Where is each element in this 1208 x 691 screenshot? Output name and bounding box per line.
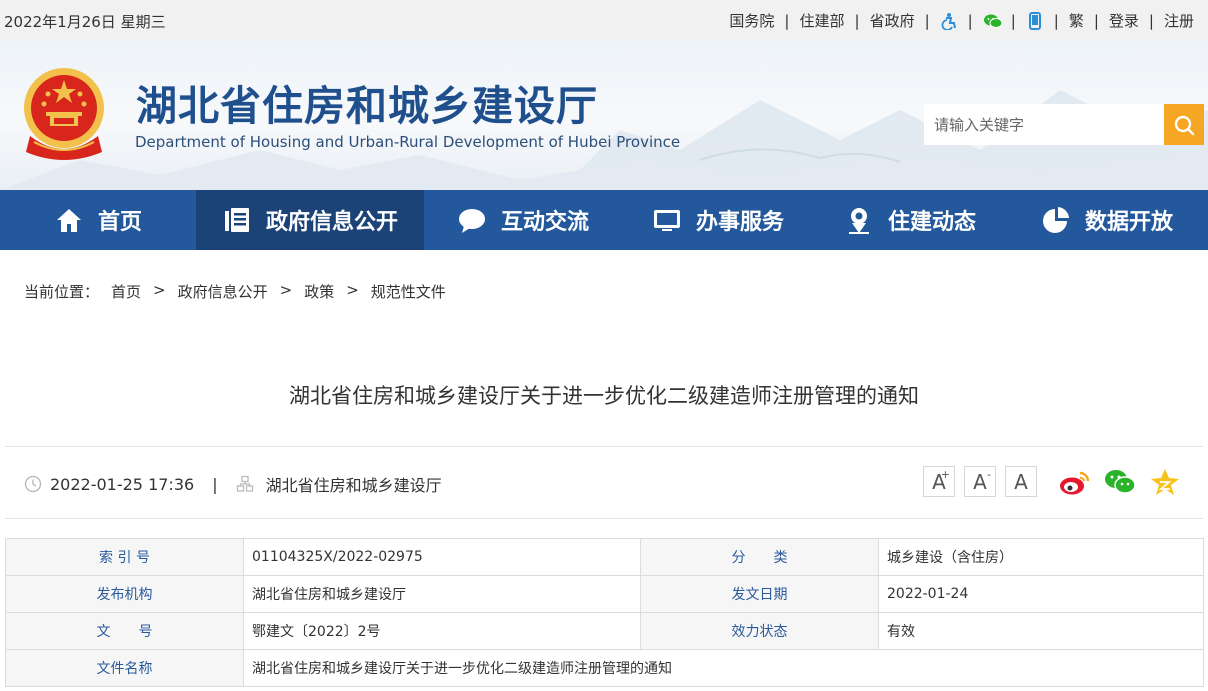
index-number-label: 索 引 号 xyxy=(5,538,244,576)
national-emblem-icon xyxy=(24,68,104,160)
nav-item-label: 住建动态 xyxy=(887,210,976,235)
article-source: 湖北省住房和城乡建设厅 xyxy=(265,476,442,495)
divider: | xyxy=(967,11,973,30)
login-link[interactable]: 登录 xyxy=(1109,10,1139,31)
category-value: 城乡建设（含住房） xyxy=(878,538,1204,576)
nav-item-gov-info[interactable]: 政府信息公开 xyxy=(196,190,424,250)
font-size-controls: A + A- A xyxy=(923,466,1046,497)
document-info-table: 索 引 号 01104325X/2022-02975 分 类 城乡建设（含住房）… xyxy=(5,538,1204,687)
share-weibo-button[interactable] xyxy=(1058,466,1092,498)
issue-date-label: 发文日期 xyxy=(640,575,879,613)
traditional-chinese-link[interactable]: 繁 xyxy=(1069,10,1084,31)
search-button[interactable] xyxy=(1164,104,1204,145)
share-buttons xyxy=(1058,466,1193,498)
font-larger-button[interactable]: A + xyxy=(923,466,955,497)
qzone-star-icon xyxy=(1151,469,1179,495)
main-nav: 首页 政府信息公开 互动交流 办事服务 住建动态 数据开放 xyxy=(0,190,1208,250)
register-link[interactable]: 注册 xyxy=(1164,10,1194,31)
font-normal-button[interactable]: A xyxy=(1005,466,1037,497)
document-number-value: 鄂建文〔2022〕2号 xyxy=(243,612,641,650)
search-box xyxy=(924,104,1204,145)
issue-date-value: 2022-01-24 xyxy=(878,575,1204,613)
location-icon xyxy=(844,205,874,235)
breadcrumb-policy[interactable]: 政策 xyxy=(304,281,334,302)
breadcrumb-normative-docs[interactable]: 规范性文件 xyxy=(371,281,446,302)
nav-item-label: 数据开放 xyxy=(1084,210,1173,235)
share-qzone-button[interactable] xyxy=(1148,466,1182,498)
table-row: 索 引 号 01104325X/2022-02975 分 类 城乡建设（含住房） xyxy=(5,538,1204,576)
mobile-icon[interactable] xyxy=(1026,11,1044,30)
validity-status-label: 效力状态 xyxy=(640,612,879,650)
site-banner: 湖北省住房和城乡建设厅 Department of Housing and Ur… xyxy=(0,40,1208,190)
nav-item-home[interactable]: 首页 xyxy=(0,190,196,250)
font-smaller-button[interactable]: A- xyxy=(964,466,996,497)
chat-icon xyxy=(457,205,487,235)
pie-chart-icon xyxy=(1041,205,1071,235)
top-links: 国务院 | 住建部 | 省政府 | | | | 繁 | 登录 | 注册 xyxy=(729,10,1194,31)
document-icon xyxy=(222,205,252,235)
divider: | xyxy=(1010,11,1016,30)
nav-item-interaction[interactable]: 互动交流 xyxy=(424,190,622,250)
meta-divider: | xyxy=(212,474,218,494)
table-row: 文 号 鄂建文〔2022〕2号 效力状态 有效 xyxy=(5,612,1204,650)
search-icon xyxy=(1174,115,1195,135)
publish-datetime: 2022-01-25 17:36 xyxy=(50,474,195,494)
validity-status-value: 有效 xyxy=(878,612,1204,650)
divider: | xyxy=(784,11,790,30)
divider: | xyxy=(1053,11,1059,30)
nav-item-services[interactable]: 办事服务 xyxy=(622,190,814,250)
nav-item-news[interactable]: 住建动态 xyxy=(814,190,1006,250)
link-provincial-gov[interactable]: 省政府 xyxy=(870,10,915,31)
current-date: 2022年1月26日 星期三 xyxy=(4,13,166,31)
divider: | xyxy=(924,11,930,30)
breadcrumb-gov-info[interactable]: 政府信息公开 xyxy=(178,281,268,302)
nav-item-label: 办事服务 xyxy=(695,210,784,235)
site-subtitle: Department of Housing and Urban-Rural De… xyxy=(135,133,681,151)
article-meta: 2022-01-25 17:36 | 湖北省住房和城乡建设厅 xyxy=(24,472,442,496)
nav-item-open-data[interactable]: 数据开放 xyxy=(1006,190,1208,250)
article-title: 湖北省住房和城乡建设厅关于进一步优化二级建造师注册管理的通知 xyxy=(289,384,919,408)
nav-item-label: 政府信息公开 xyxy=(265,210,398,235)
wechat-icon[interactable] xyxy=(983,12,1003,30)
accessibility-icon[interactable] xyxy=(940,12,958,31)
nav-item-label: 首页 xyxy=(97,210,142,235)
monitor-icon xyxy=(652,205,682,235)
document-name-label: 文件名称 xyxy=(5,649,244,687)
table-row: 发布机构 湖北省住房和城乡建设厅 发文日期 2022-01-24 xyxy=(5,575,1204,613)
publisher-label: 发布机构 xyxy=(5,575,244,613)
search-input[interactable] xyxy=(924,104,1164,145)
weibo-icon xyxy=(1060,471,1090,495)
site-title: 湖北省住房和城乡建设厅 xyxy=(136,82,598,130)
link-mohurd[interactable]: 住建部 xyxy=(799,10,844,31)
divider: | xyxy=(854,11,860,30)
breadcrumb-arrow: > xyxy=(153,281,166,299)
home-icon xyxy=(54,205,84,235)
breadcrumb: 当前位置： 首页 > 政府信息公开 > 政策 > 规范性文件 xyxy=(24,281,446,302)
breadcrumb-prefix: 当前位置： xyxy=(24,283,100,301)
divider: | xyxy=(1148,11,1154,30)
category-label: 分 类 xyxy=(640,538,879,576)
divider-line xyxy=(5,446,1203,447)
document-name-value: 湖北省住房和城乡建设厅关于进一步优化二级建造师注册管理的通知 xyxy=(243,649,1204,687)
breadcrumb-arrow: > xyxy=(346,281,359,299)
divider: | xyxy=(1093,11,1099,30)
document-number-label: 文 号 xyxy=(5,612,244,650)
share-wechat-button[interactable] xyxy=(1103,466,1137,498)
divider-line xyxy=(5,518,1203,519)
publisher-value: 湖北省住房和城乡建设厅 xyxy=(243,575,641,613)
top-bar: 2022年1月26日 星期三 国务院 | 住建部 | 省政府 | | | | 繁… xyxy=(0,0,1208,40)
organization-icon xyxy=(236,475,253,492)
index-number-value: 01104325X/2022-02975 xyxy=(243,538,641,576)
table-row: 文件名称 湖北省住房和城乡建设厅关于进一步优化二级建造师注册管理的通知 xyxy=(5,649,1204,687)
link-state-council[interactable]: 国务院 xyxy=(729,10,774,31)
breadcrumb-arrow: > xyxy=(279,281,293,299)
nav-item-label: 互动交流 xyxy=(500,210,589,235)
wechat-icon xyxy=(1105,470,1136,494)
breadcrumb-home[interactable]: 首页 xyxy=(111,281,141,302)
clock-icon xyxy=(24,475,42,493)
